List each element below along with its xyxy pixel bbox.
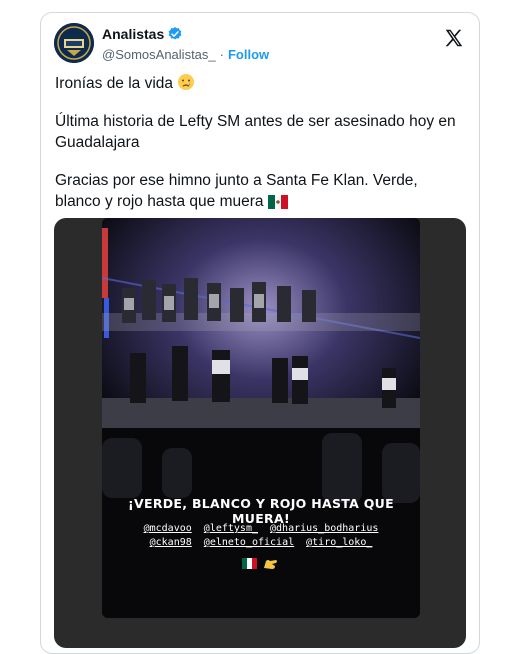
tweet-line-1: Ironías de la vida	[55, 75, 174, 92]
tweet-text: Ironías de la vida Última historia de Le…	[55, 73, 465, 229]
tweet-header: Analistas @SomosAnalistas_ · Follow	[54, 23, 467, 67]
tweet-media[interactable]: ¡VERDE, BLANCO Y ROJO HASTA QUE MUERA! @…	[54, 218, 466, 648]
crying-face-emoji	[178, 74, 195, 90]
tweet-card[interactable]: Analistas @SomosAnalistas_ · Follow Iron…	[40, 12, 480, 654]
verified-badge-icon	[168, 27, 182, 40]
author-name[interactable]: Analistas	[102, 26, 164, 42]
mention-tag[interactable]: @leftysm_	[204, 523, 258, 534]
follow-button[interactable]: Follow	[228, 47, 269, 62]
mention-tag[interactable]: @ckan98	[150, 537, 192, 548]
mention-tag[interactable]: @tiro_loko_	[306, 537, 372, 548]
x-logo-icon[interactable]	[443, 27, 465, 49]
separator-dot: ·	[219, 47, 224, 62]
tweet-line-3: Gracias por ese himno junto a Santa Fe K…	[55, 172, 418, 210]
mention-tag[interactable]: @dharius_bodharius	[270, 523, 378, 534]
story-emojis	[242, 556, 282, 577]
mention-tag[interactable]: @elneto_oficial	[204, 537, 294, 548]
tweet-line-2: Última historia de Lefty SM antes de ser…	[55, 113, 456, 151]
author-handle[interactable]: @SomosAnalistas_	[102, 47, 216, 62]
mexico-flag-emoji	[267, 195, 288, 209]
mexico-flag-hand-emoji	[242, 558, 277, 569]
avatar[interactable]	[54, 23, 94, 63]
story-tags: @mcdavoo @leftysm_ @dharius_bodharius @c…	[102, 522, 420, 550]
mention-tag[interactable]: @mcdavoo	[144, 523, 192, 534]
story-image: ¡VERDE, BLANCO Y ROJO HASTA QUE MUERA! @…	[102, 218, 420, 618]
